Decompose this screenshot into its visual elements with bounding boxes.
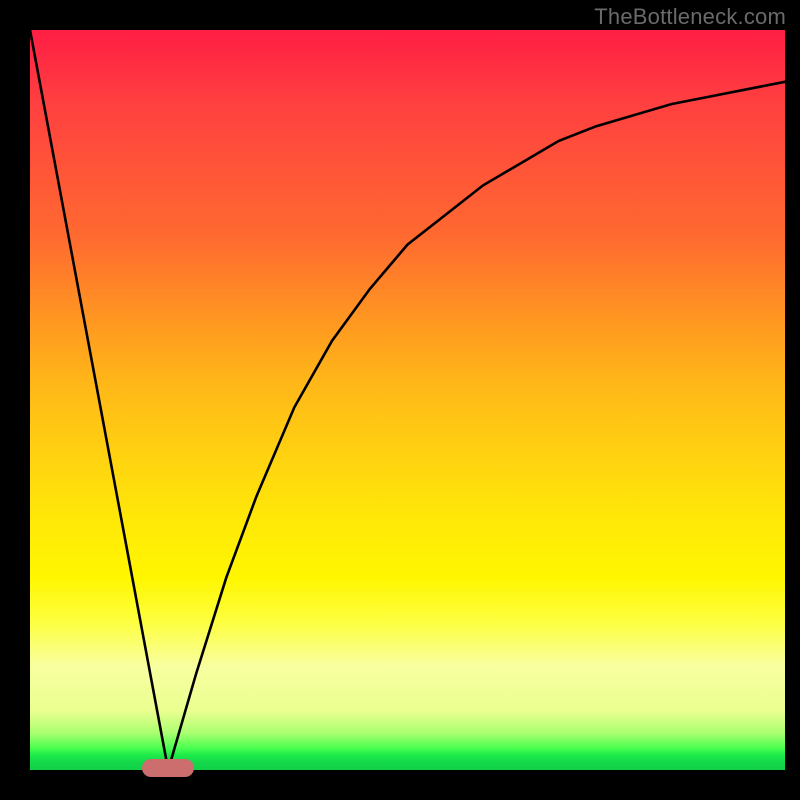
chart-frame: TheBottleneck.com bbox=[0, 0, 800, 800]
bottleneck-curve-left bbox=[30, 30, 168, 770]
curve-layer bbox=[30, 30, 785, 770]
bottleneck-curve-right bbox=[168, 82, 785, 770]
watermark-text: TheBottleneck.com bbox=[594, 4, 786, 30]
plot-area bbox=[30, 30, 785, 770]
minimum-marker bbox=[142, 759, 194, 777]
